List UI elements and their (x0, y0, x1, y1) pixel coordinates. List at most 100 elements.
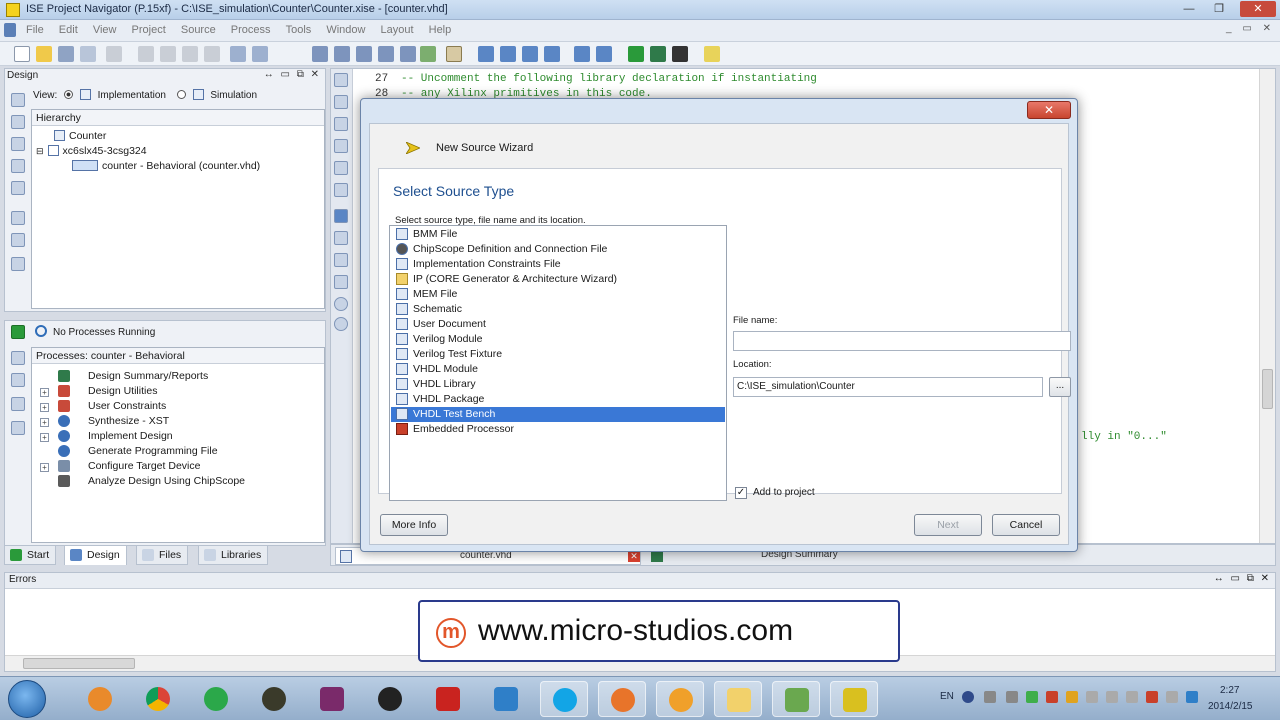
copy-icon[interactable] (160, 46, 176, 62)
tray-icon[interactable] (1026, 691, 1038, 703)
view-icon[interactable] (420, 46, 436, 62)
next-button[interactable]: Next (914, 514, 982, 536)
menu-project[interactable]: Project (126, 20, 172, 40)
task-editor[interactable] (772, 681, 820, 717)
new-source-icon[interactable] (11, 137, 25, 151)
menu-layout[interactable]: Layout (375, 20, 420, 40)
panel-controls[interactable]: ↔ ▭ ⧉ ✕ (1214, 573, 1271, 584)
list-item[interactable]: Implementation Constraints File (391, 257, 725, 272)
menu-process[interactable]: Process (225, 20, 277, 40)
menu-edit[interactable]: Edit (53, 20, 84, 40)
browse-button[interactable]: ... (1049, 377, 1071, 397)
menu-file[interactable]: File (20, 20, 50, 40)
redo-icon[interactable] (252, 46, 268, 62)
mdi-controls[interactable]: _ ▭ ✕ (1226, 23, 1275, 34)
expand-icon[interactable]: + (40, 388, 49, 397)
list-item[interactable]: Verilog Module (391, 332, 725, 347)
list-item[interactable]: Verilog Test Fixture (391, 347, 725, 362)
new-file-icon[interactable] (14, 46, 30, 62)
tab-design[interactable]: Design (64, 545, 127, 565)
run-icon[interactable] (628, 46, 644, 62)
task-recorder[interactable] (656, 681, 704, 717)
sigma-icon[interactable] (650, 46, 666, 62)
dialog-close-button[interactable]: ✕ (1027, 101, 1071, 119)
language-indicator[interactable]: EN (940, 691, 954, 702)
rerun-all-icon[interactable] (11, 373, 25, 387)
expand-icon[interactable]: + (40, 418, 49, 427)
add-source-icon[interactable] (11, 93, 25, 107)
toggle-icon[interactable] (446, 46, 462, 62)
layout-icon[interactable] (500, 46, 516, 62)
panel-controls[interactable]: ↔ ▭ ⧉ ✕ (264, 69, 321, 80)
library-icon[interactable] (11, 211, 25, 225)
process-item[interactable]: Generate Programming File (88, 445, 218, 457)
tab-libraries[interactable]: Libraries (198, 545, 269, 565)
doc-view-icon[interactable] (11, 257, 25, 271)
add-copy-icon[interactable] (11, 115, 25, 129)
tray-icon[interactable] (1046, 691, 1058, 703)
process-item[interactable]: Analyze Design Using ChipScope (88, 475, 245, 487)
code-fragment[interactable]: lly in "0..." (1081, 431, 1167, 443)
delete-icon[interactable] (204, 46, 220, 62)
gutter-icon[interactable] (334, 139, 348, 153)
run-process-icon[interactable] (11, 325, 25, 339)
task-qq[interactable] (366, 681, 414, 717)
check-icon[interactable] (11, 233, 25, 247)
lightbulb-icon[interactable] (704, 46, 720, 62)
list-item[interactable]: IP (CORE Generator & Architecture Wizard… (391, 272, 725, 287)
add-to-project-checkbox[interactable]: ✓ (735, 487, 747, 499)
collapse-icon[interactable]: ⊟ (36, 146, 44, 156)
cancel-button[interactable]: Cancel (992, 514, 1060, 536)
process-props-icon[interactable] (11, 421, 25, 435)
process-item[interactable]: Design Utilities (88, 385, 157, 397)
task-chrome[interactable] (134, 681, 182, 717)
tray-icon[interactable] (1066, 691, 1078, 703)
tree-item-device[interactable]: ⊟ xc6slx45-3csg324 (36, 145, 147, 157)
paste-icon[interactable] (182, 46, 198, 62)
list-item-selected[interactable]: VHDL Test Bench (391, 407, 725, 422)
menu-help[interactable]: Help (423, 20, 458, 40)
process-item[interactable]: User Constraints (88, 400, 166, 412)
task-network[interactable] (482, 681, 530, 717)
close-app-button[interactable]: ✕ (1240, 1, 1276, 17)
save-icon[interactable] (58, 46, 74, 62)
task-media-player[interactable] (76, 681, 124, 717)
source-type-list[interactable]: BMM File ChipScope Definition and Connec… (389, 225, 727, 501)
tree-item-project[interactable]: Counter (54, 130, 106, 142)
menu-source[interactable]: Source (175, 20, 222, 40)
tray-icon[interactable] (1106, 691, 1118, 703)
gutter-icon[interactable] (334, 161, 348, 175)
panel-icon[interactable] (544, 46, 560, 62)
code-line[interactable]: -- Uncomment the following library decla… (401, 73, 817, 85)
search-icon[interactable] (312, 46, 328, 62)
comment-icon[interactable] (334, 231, 348, 245)
task-archive[interactable] (308, 681, 356, 717)
process-item[interactable]: Configure Target Device (88, 460, 200, 472)
bookmark-prev-icon[interactable] (334, 297, 348, 311)
tab-start[interactable]: Start (4, 545, 57, 565)
gutter-icon[interactable] (334, 95, 348, 109)
indent-icon[interactable] (334, 209, 348, 223)
bookmark-icon[interactable] (378, 46, 394, 62)
menu-view[interactable]: View (87, 20, 123, 40)
tray-icon[interactable] (1186, 691, 1198, 703)
start-button[interactable] (8, 680, 46, 718)
tray-icon[interactable] (984, 691, 996, 703)
implementation-radio[interactable] (64, 90, 74, 99)
process-item[interactable]: Synthesize - XST (88, 415, 169, 427)
flag-icon[interactable] (672, 46, 688, 62)
scroll-thumb[interactable] (23, 658, 135, 669)
list-item[interactable]: ChipScope Definition and Connection File (391, 242, 725, 257)
save-all-icon[interactable] (80, 46, 96, 62)
list-item[interactable]: VHDL Library (391, 377, 725, 392)
expand-icon[interactable]: + (40, 433, 49, 442)
gutter-icon[interactable] (334, 183, 348, 197)
hierarchy-icon[interactable] (478, 46, 494, 62)
find-in-files-icon[interactable] (356, 46, 372, 62)
list-item[interactable]: Schematic (391, 302, 725, 317)
menu-tools[interactable]: Tools (280, 20, 318, 40)
scroll-thumb[interactable] (1262, 369, 1273, 409)
expand-icon[interactable]: + (40, 463, 49, 472)
rerun-icon[interactable] (11, 351, 25, 365)
tools-icon[interactable] (574, 46, 590, 62)
